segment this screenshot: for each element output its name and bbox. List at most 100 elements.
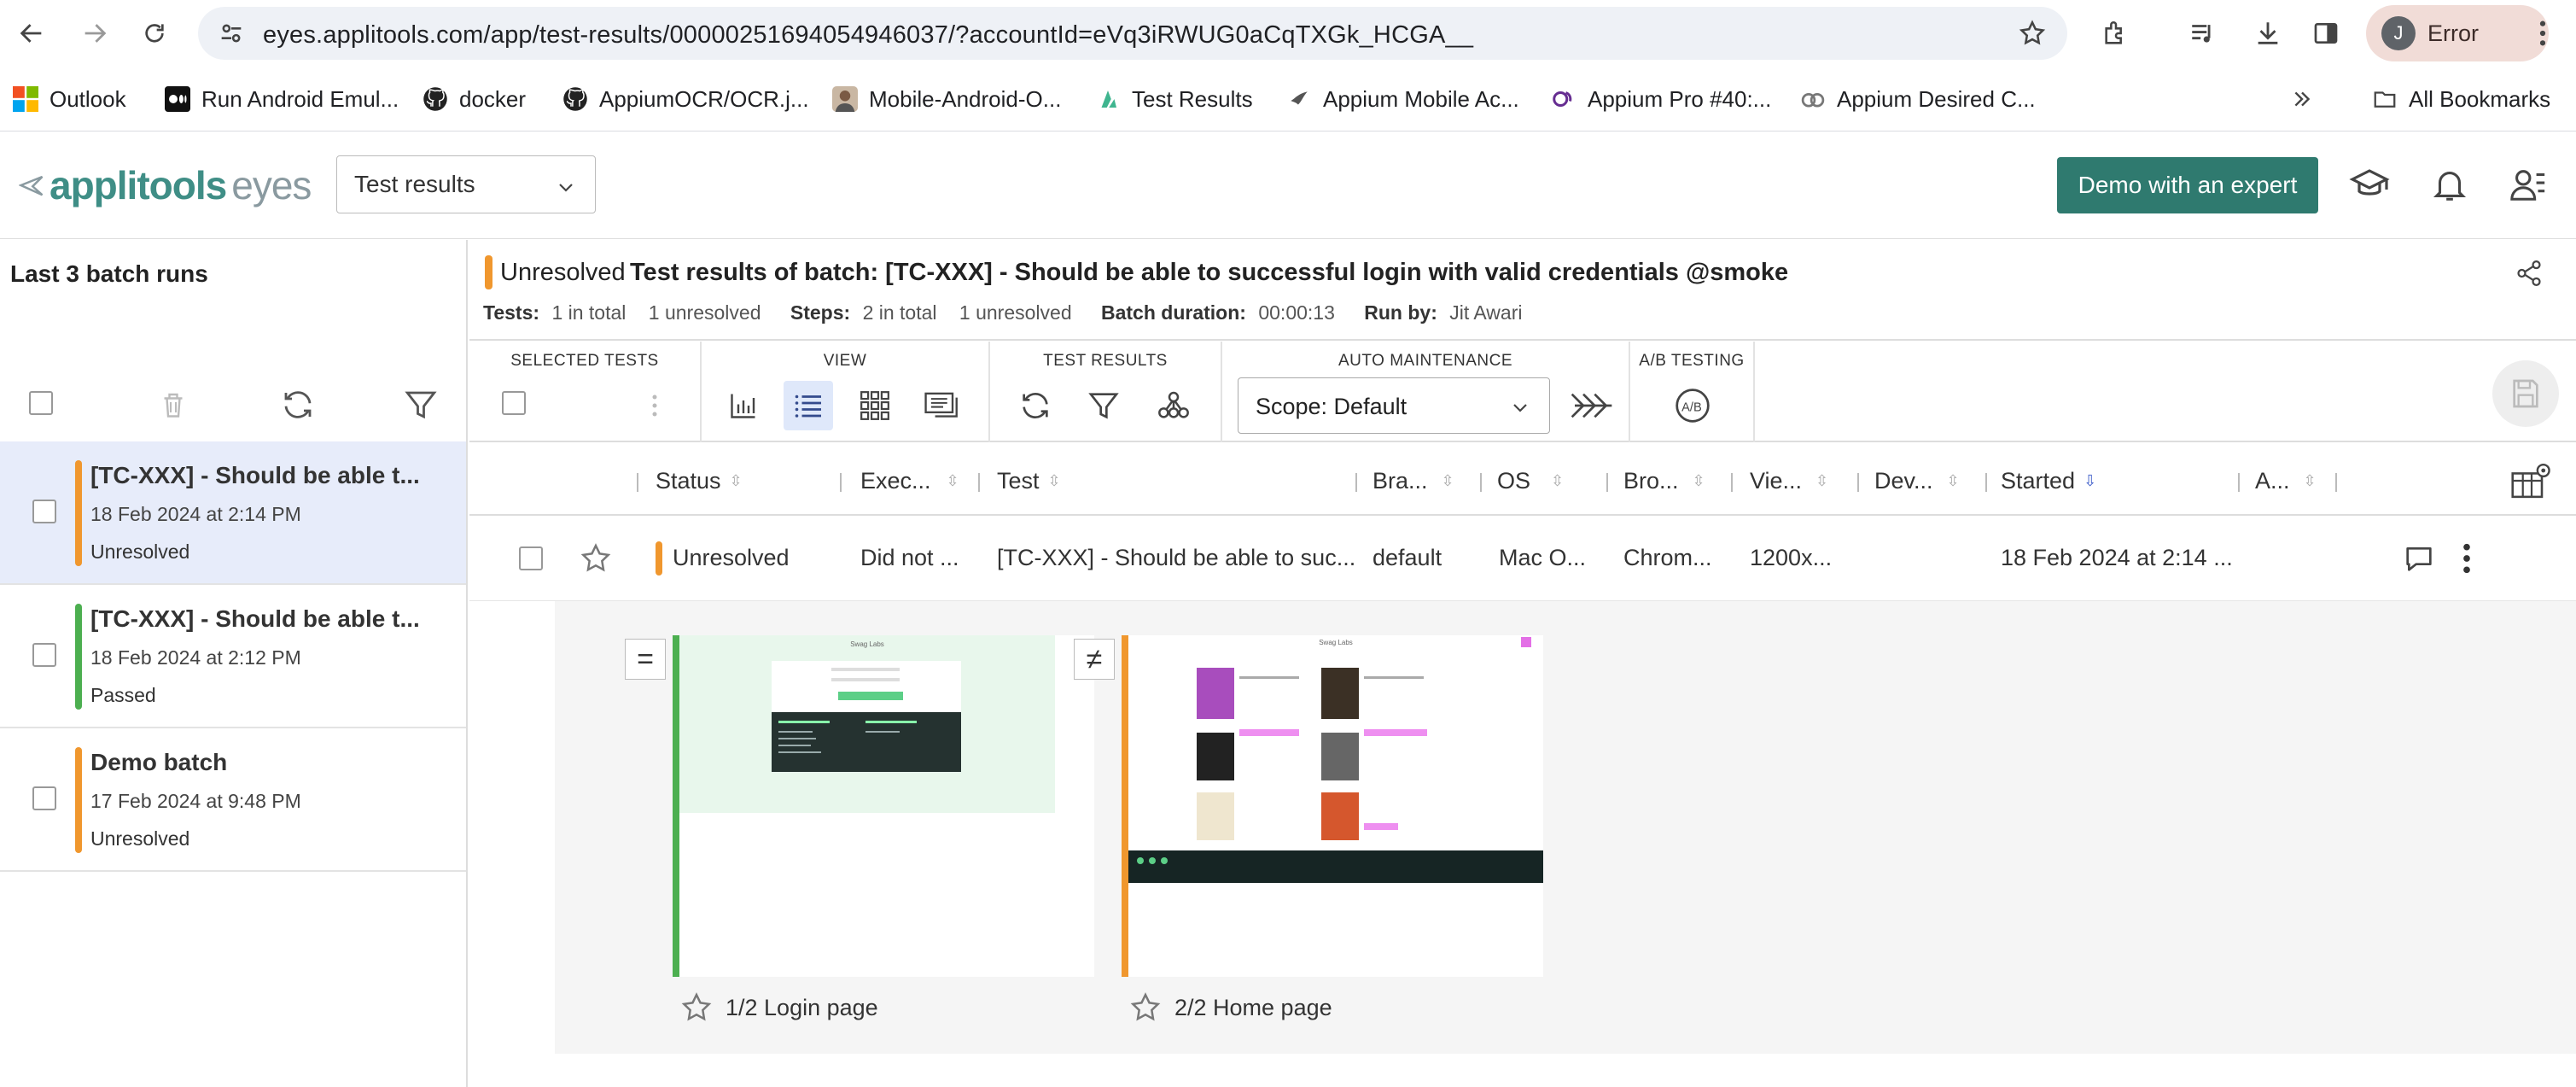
view-select[interactable]: Test results — [336, 155, 596, 213]
refresh-icon[interactable] — [277, 383, 319, 426]
duration-value: 00:00:13 — [1258, 301, 1335, 324]
sort-icon: ⇳ — [946, 472, 959, 489]
section-label: VIEW — [823, 352, 867, 370]
column-header-execution[interactable]: Exec... ⇳ — [860, 468, 959, 494]
home-screenshot: Swag Labs — [1128, 635, 1543, 883]
panel-title: Last 3 batch runs — [10, 260, 208, 287]
bookmark-appium-pro[interactable]: Appium Pro #40:... — [1550, 82, 1771, 116]
user-menu-icon[interactable] — [2506, 162, 2550, 207]
bookmark-mobile-android[interactable]: Mobile-Android-O... — [831, 82, 1061, 116]
column-header-status[interactable]: Status ⇳ — [656, 468, 743, 494]
column-label: Bro... — [1623, 468, 1679, 494]
row-menu-icon[interactable] — [2462, 541, 2472, 576]
batch-item[interactable]: Demo batch 17 Feb 2024 at 9:48 PM Unreso… — [0, 728, 466, 872]
menu-icon[interactable] — [2523, 14, 2562, 53]
column-label: Vie... — [1750, 468, 1803, 494]
side-panel-icon[interactable] — [2306, 14, 2346, 53]
mini-product-image — [1197, 733, 1234, 780]
group-by-icon[interactable] — [1149, 381, 1198, 430]
sort-desc-icon: ⇩ — [2084, 472, 2097, 489]
address-bar[interactable]: eyes.applitools.com/app/test-results/000… — [198, 7, 2067, 60]
star-icon[interactable] — [1128, 991, 1163, 1025]
batch-checkbox[interactable] — [32, 500, 56, 523]
auto-maintain-icon[interactable] — [1567, 381, 1617, 430]
batch-item[interactable]: [TC-XXX] - Should be able t... 18 Feb 20… — [0, 441, 466, 585]
step-card-login[interactable]: Swag Labs = — [625, 635, 1094, 977]
column-header-viewport[interactable]: Vie... ⇳ — [1750, 468, 1828, 494]
batch-status-bar — [75, 747, 82, 853]
back-icon[interactable] — [12, 14, 51, 53]
forward-icon[interactable] — [75, 14, 114, 53]
column-header-os[interactable]: OS ⇳ — [1497, 468, 1564, 494]
table-row[interactable]: Unresolved Did not ... [TC-XXX] - Should… — [469, 517, 2576, 601]
step-card-home[interactable]: Swag Labs ≠ — [1074, 635, 1543, 977]
ab-test-icon[interactable]: A/B — [1668, 381, 1717, 430]
row-checkbox[interactable] — [519, 546, 543, 570]
mini-app-title: Swag Labs — [850, 640, 884, 648]
all-bookmarks-button[interactable]: All Bookmarks — [2371, 82, 2550, 116]
bookmark-star-icon[interactable] — [2018, 19, 2047, 48]
more-actions-icon[interactable] — [630, 381, 679, 430]
batch-date: 18 Feb 2024 at 2:14 PM — [90, 503, 301, 525]
demo-with-expert-button[interactable]: Demo with an expert — [2057, 157, 2318, 213]
bookmark-appium-mobile[interactable]: Appium Mobile Ac... — [1285, 82, 1519, 116]
select-all-checkbox[interactable] — [29, 391, 53, 415]
column-separator — [1857, 473, 1859, 492]
avatar: J — [2381, 16, 2416, 50]
column-settings-icon[interactable] — [2511, 461, 2552, 500]
batch-item[interactable]: [TC-XXX] - Should be able t... 18 Feb 20… — [0, 585, 466, 728]
graduation-cap-icon[interactable] — [2347, 162, 2392, 207]
column-header-device[interactable]: Dev... ⇳ — [1874, 468, 1960, 494]
mismatch-not-equal-icon: ≠ — [1074, 639, 1115, 680]
list-view-icon[interactable] — [784, 381, 833, 430]
column-header-assignee[interactable]: A... ⇳ — [2255, 468, 2317, 494]
batch-checkbox[interactable] — [32, 643, 56, 667]
comment-icon[interactable] — [2402, 541, 2436, 576]
share-icon[interactable] — [2515, 259, 2544, 288]
batch-status-bar — [485, 255, 492, 289]
appium-pro-icon — [1550, 85, 1577, 113]
column-header-branch[interactable]: Bra... ⇳ — [1373, 468, 1454, 494]
select-tests-checkbox[interactable] — [502, 391, 526, 415]
applitools-logo[interactable]: applitools eyes — [19, 162, 312, 208]
bookmark-appium-desired[interactable]: Appium Desired C... — [1799, 82, 2036, 116]
bookmarks-bar: Outlook Run Android Emul... docker Appiu… — [0, 67, 2576, 131]
star-icon[interactable] — [579, 541, 613, 576]
download-icon[interactable] — [2248, 14, 2288, 53]
scope-dropdown[interactable]: Scope: Default — [1238, 377, 1550, 434]
filter-results-icon[interactable] — [1079, 381, 1128, 430]
bookmark-test-results[interactable]: Test Results — [1094, 82, 1253, 116]
column-label: Started — [2001, 468, 2076, 494]
column-header-browser[interactable]: Bro... ⇳ — [1623, 468, 1705, 494]
bookmark-docker[interactable]: docker — [422, 82, 526, 116]
site-info-icon[interactable] — [217, 19, 246, 48]
batch-summary: Tests: 1 in total 1 unresolved Steps: 2 … — [483, 301, 1522, 324]
mini-app-title: Swag Labs — [1319, 639, 1353, 646]
batch-checkbox[interactable] — [32, 786, 56, 810]
section-label: A/B TESTING — [1639, 352, 1745, 370]
star-icon[interactable] — [679, 991, 714, 1025]
bookmark-appium-ocr[interactable]: AppiumOCR/OCR.j... — [562, 82, 809, 116]
details-view-icon[interactable] — [918, 381, 968, 430]
media-queue-icon[interactable] — [2183, 14, 2223, 53]
step-caption: 2/2 Home page — [1128, 991, 1332, 1025]
column-header-test[interactable]: Test ⇳ — [997, 468, 1061, 494]
sort-icon: ⇳ — [1047, 472, 1061, 489]
bar-chart-view-icon[interactable] — [719, 381, 768, 430]
profile-button[interactable]: J Error — [2366, 5, 2549, 61]
grid-view-icon[interactable] — [850, 381, 900, 430]
filter-icon[interactable] — [399, 383, 442, 426]
extensions-icon[interactable] — [2096, 14, 2136, 53]
bookmark-run-android[interactable]: Run Android Emul... — [164, 82, 399, 116]
bookmark-outlook[interactable]: Outlook — [12, 82, 126, 116]
refresh-results-icon[interactable] — [1011, 381, 1060, 430]
notifications-bell-icon[interactable] — [2427, 162, 2472, 207]
tests-unresolved: 1 unresolved — [648, 301, 761, 324]
delete-icon[interactable] — [152, 383, 195, 426]
batch-title: Test results of batch: [TC-XXX] - Should… — [630, 259, 1789, 286]
save-icon[interactable] — [2492, 360, 2559, 427]
more-bookmarks-icon[interactable] — [2291, 82, 2313, 116]
column-header-started[interactable]: Started ⇩ — [2001, 468, 2096, 494]
reload-icon[interactable] — [135, 14, 174, 53]
sort-icon: ⇳ — [1441, 472, 1454, 489]
